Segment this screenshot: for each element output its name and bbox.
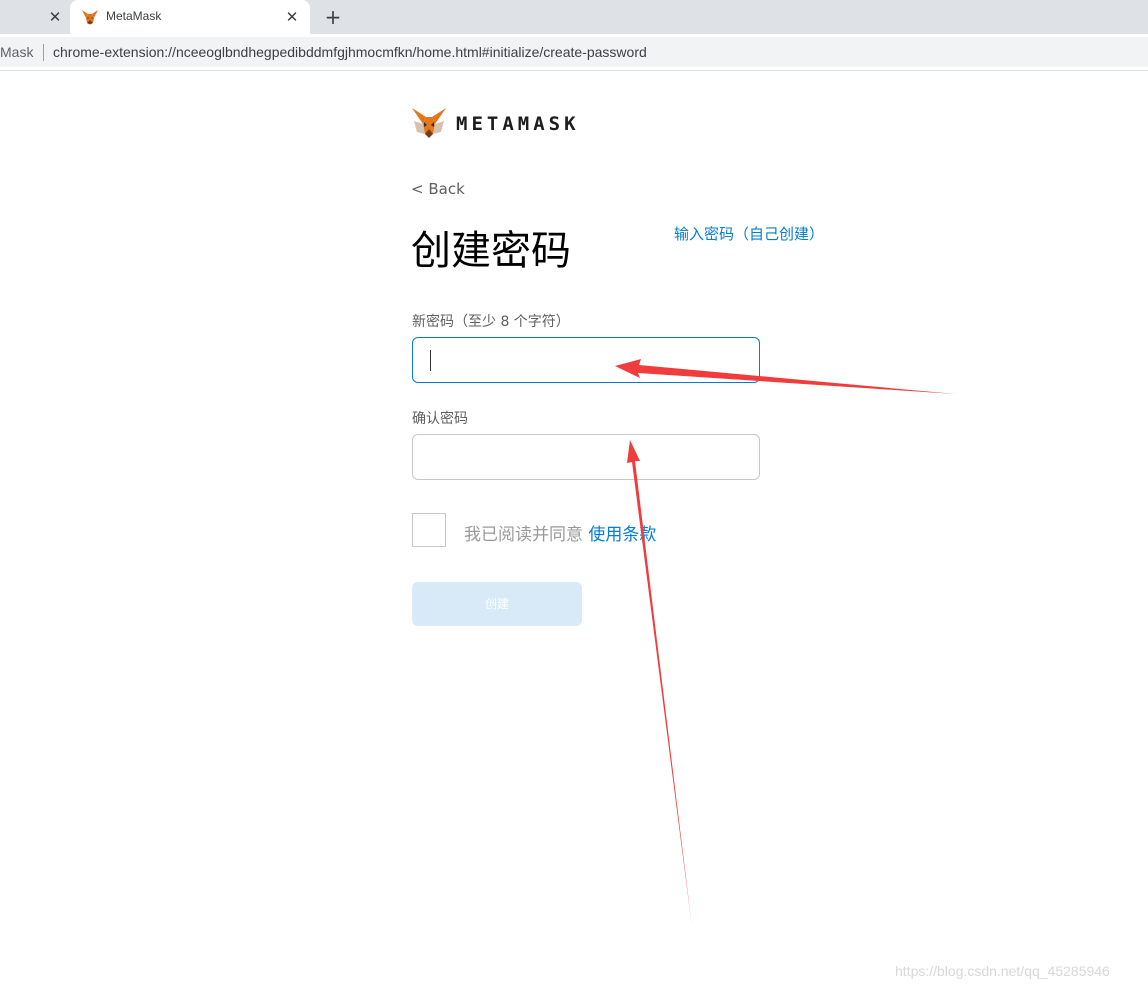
new-password-label: 新密码（至少 8 个字符） xyxy=(412,314,570,330)
address-separator xyxy=(43,44,44,61)
plus-icon[interactable]: + xyxy=(322,6,344,28)
fox-icon xyxy=(82,10,98,25)
metamask-wordmark: METAMASK xyxy=(456,113,580,135)
agree-text: 我已阅读并同意 使用条款 xyxy=(464,520,656,545)
agree-label: 我已阅读并同意 xyxy=(464,525,589,545)
new-password-input[interactable] xyxy=(412,337,760,383)
close-icon[interactable]: ✕ xyxy=(284,8,300,26)
tab-strip: ✕ MetaMask ✕ + xyxy=(0,0,1148,34)
omnibox[interactable]: Mask chrome-extension://nceeoglbndhegped… xyxy=(0,37,1148,67)
terms-link[interactable]: 使用条款 xyxy=(588,525,656,545)
confirm-password-input[interactable] xyxy=(412,434,760,480)
tab-metamask[interactable]: MetaMask ✕ xyxy=(70,0,310,34)
close-icon[interactable]: ✕ xyxy=(47,8,63,26)
confirm-password-label: 确认密码 xyxy=(412,411,468,427)
address-bar: Mask chrome-extension://nceeoglbndhegped… xyxy=(0,34,1148,71)
terms-checkbox[interactable] xyxy=(412,513,446,547)
tab-title: MetaMask xyxy=(106,9,162,23)
annotation-arrows xyxy=(615,359,955,927)
back-link[interactable]: < Back xyxy=(411,180,465,198)
metamask-fox-icon xyxy=(412,108,446,138)
page-title: 创建密码 xyxy=(411,228,571,274)
arrow-to-confirm-password xyxy=(627,440,692,927)
watermark: https://blog.csdn.net/qq_45285946 xyxy=(895,963,1110,979)
create-button[interactable]: 创建 xyxy=(412,582,582,626)
address-url[interactable]: chrome-extension://nceeoglbndhegpedibddm… xyxy=(53,44,647,60)
address-origin: Mask xyxy=(0,44,34,60)
text-caret xyxy=(430,350,431,371)
import-password-link[interactable]: 输入密码（自己创建） xyxy=(674,223,824,244)
